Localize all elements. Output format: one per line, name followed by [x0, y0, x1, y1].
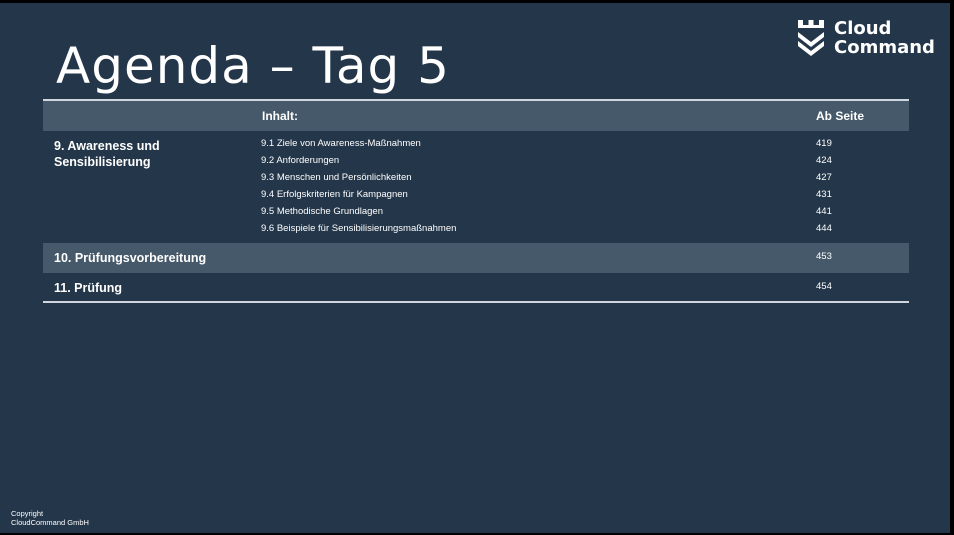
logo-line-1: Cloud [834, 18, 892, 39]
list-item: 9.6 Beispiele für Sensibilisierungsmaßna… [261, 223, 457, 234]
section-11-page: 454 [816, 281, 832, 292]
table-header-row: Inhalt: Ab Seite [43, 101, 909, 131]
logo-line-2: Command [834, 37, 935, 58]
slide: Agenda – Tag 5 Cloud Command Inhalt: Ab … [0, 3, 950, 533]
copyright-line-2: CloudCommand GmbH [11, 518, 89, 527]
table-bottom-rule [43, 301, 909, 303]
section-9-title-line-1: 9. Awareness und [54, 139, 160, 153]
list-item: 9.3 Menschen und Persönlichkeiten [261, 172, 412, 183]
section-10-title: 10. Prüfungsvorbereitung [54, 251, 207, 265]
header-page: Ab Seite [816, 109, 865, 123]
shield-icon [798, 20, 824, 56]
page-number: 441 [816, 206, 832, 217]
copyright-line-1: Copyright [11, 509, 44, 518]
copyright-notice: Copyright CloudCommand GmbH [11, 509, 89, 527]
cloudcommand-logo: Cloud Command [797, 18, 942, 60]
header-content: Inhalt: [262, 109, 298, 123]
section-10-page: 453 [816, 251, 832, 262]
list-item: 9.4 Erfolgskriterien für Kampagnen [261, 189, 408, 200]
page-number: 427 [816, 172, 832, 183]
list-item: 9.2 Anforderungen [261, 155, 340, 166]
slide-title: Agenda – Tag 5 [56, 37, 450, 95]
page-number: 419 [816, 138, 832, 149]
list-item: 9.1 Ziele von Awareness-Maßnahmen [261, 138, 421, 149]
page-number: 431 [816, 189, 832, 200]
list-item: 9.5 Methodische Grundlagen [261, 206, 383, 217]
page-number: 444 [816, 223, 832, 234]
section-11-title: 11. Prüfung [54, 281, 123, 295]
logo-wordmark: Cloud Command [834, 19, 935, 57]
page-number: 424 [816, 155, 832, 166]
section-9-title: 9. Awareness und Sensibilisierung [54, 138, 160, 170]
section-9-title-line-2: Sensibilisierung [54, 155, 151, 169]
